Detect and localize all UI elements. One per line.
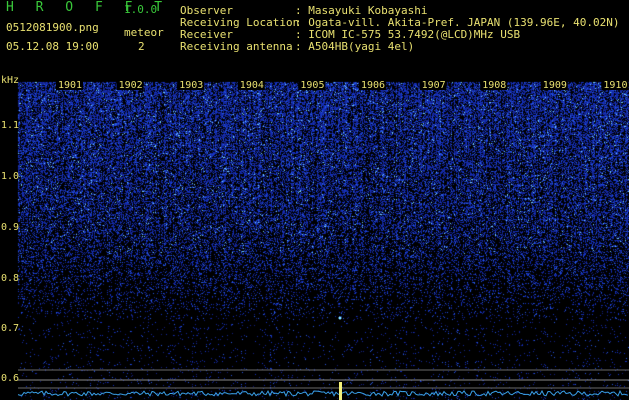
time-label: 1907 bbox=[422, 80, 446, 91]
freq-label: 0.8 bbox=[1, 273, 19, 284]
time-label: 1905 bbox=[300, 80, 324, 91]
file-name: 0512081900.png bbox=[6, 21, 99, 34]
meteor-marker bbox=[339, 382, 342, 400]
spectrogram-axes: kHz 1901 1902 1903 1904 1905 1906 1907 1908 1909 1… bbox=[0, 75, 629, 400]
date-time: 05.12.08 19:00 bbox=[6, 40, 99, 53]
meteor-echo-dot bbox=[338, 316, 342, 320]
time-label: 1902 bbox=[119, 80, 143, 91]
freq-label: 1.0 bbox=[1, 171, 19, 182]
time-label: 1904 bbox=[240, 80, 264, 91]
time-label: 1906 bbox=[361, 80, 385, 91]
program-version: 1.0.0 bbox=[124, 3, 158, 16]
time-label: 1908 bbox=[482, 80, 506, 91]
meteor-count: 2 bbox=[138, 40, 145, 53]
freq-label: 1.1 bbox=[1, 120, 19, 131]
header-panel: H R O F F T 1.0.0 0512081900.png meteor … bbox=[0, 0, 629, 74]
time-label: 1901 bbox=[58, 80, 82, 91]
freq-unit-label: kHz bbox=[1, 75, 19, 86]
antenna-label: Receiving antenna bbox=[180, 40, 293, 53]
time-label: 1903 bbox=[179, 80, 203, 91]
freq-label: 0.6 bbox=[1, 373, 19, 384]
power-trace bbox=[17, 389, 629, 398]
meteor-label: meteor bbox=[124, 26, 164, 39]
time-label: 1909 bbox=[543, 80, 567, 91]
freq-label: 0.9 bbox=[1, 222, 19, 233]
time-label: 1910 bbox=[603, 80, 627, 91]
antenna-value: : A504HB(yagi 4el) bbox=[295, 40, 415, 53]
spectrogram-plot: kHz 1901 1902 1903 1904 1905 1906 1907 1908 1909 1… bbox=[0, 74, 629, 400]
freq-label: 0.7 bbox=[1, 323, 19, 334]
